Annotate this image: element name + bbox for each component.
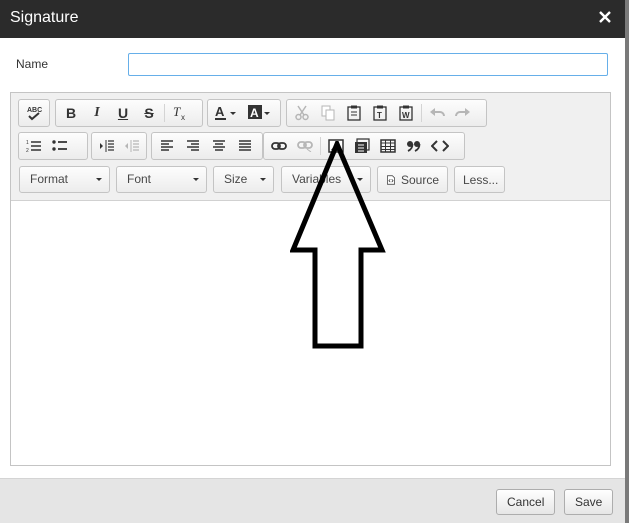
paste-icon[interactable] — [341, 101, 367, 125]
svg-text:1: 1 — [26, 140, 29, 146]
less-button[interactable]: Less... — [454, 166, 505, 193]
signature-dialog: Signature Name ABC B I U S Tx A A T W 1 … — [0, 0, 625, 523]
save-button[interactable]: Save — [564, 489, 614, 515]
close-icon[interactable] — [597, 7, 613, 27]
svg-text:T: T — [377, 111, 382, 120]
dialog-title: Signature — [10, 9, 79, 26]
dialog-titlebar: Signature — [0, 0, 625, 38]
justify-icon[interactable] — [232, 134, 258, 158]
bulleted-list-icon[interactable] — [47, 134, 73, 158]
chevron-down-icon — [260, 178, 266, 181]
chevron-down-icon — [96, 178, 102, 181]
name-label: Name — [16, 57, 49, 71]
svg-text:ABC: ABC — [27, 107, 42, 114]
increase-indent-icon[interactable] — [119, 134, 144, 158]
dialog-footer: Cancel Save — [0, 478, 625, 523]
svg-text:W: W — [402, 111, 410, 120]
name-input[interactable] — [128, 53, 608, 76]
copy-icon[interactable] — [315, 101, 341, 125]
decrease-indent-icon[interactable] — [94, 134, 119, 158]
source-button-label: Source — [400, 172, 439, 187]
font-dropdown-label: Font — [127, 172, 152, 186]
paste-from-word-icon[interactable]: W — [393, 101, 419, 125]
spellcheck-icon[interactable]: ABC — [21, 101, 47, 125]
size-dropdown[interactable]: Size — [213, 166, 274, 193]
svg-text:2: 2 — [26, 148, 29, 153]
align-center-icon[interactable] — [206, 134, 232, 158]
format-dropdown[interactable]: Format — [19, 166, 110, 193]
svg-text:T: T — [173, 105, 181, 119]
align-right-icon[interactable] — [180, 134, 206, 158]
redo-icon[interactable] — [450, 101, 476, 125]
separator — [421, 104, 422, 122]
undo-icon[interactable] — [424, 101, 450, 125]
align-group — [151, 132, 263, 160]
svg-text:x: x — [181, 113, 185, 121]
strikethrough-button[interactable]: S — [136, 101, 162, 125]
svg-text:A: A — [215, 104, 225, 119]
less-button-label: Less... — [463, 172, 499, 187]
cut-icon[interactable] — [289, 101, 315, 125]
clipboard-group: T W — [286, 99, 487, 127]
remove-format-icon[interactable]: Tx — [167, 101, 193, 125]
colors-group: A A — [207, 99, 281, 127]
underline-button[interactable]: U — [110, 101, 136, 125]
spellcheck-group: ABC — [18, 99, 50, 127]
source-icon — [387, 174, 395, 185]
italic-button[interactable]: I — [84, 101, 110, 125]
code-icon[interactable] — [427, 134, 453, 158]
paste-text-icon[interactable]: T — [367, 101, 393, 125]
lists-group: 12 — [18, 132, 88, 160]
source-button[interactable]: Source — [377, 166, 448, 193]
format-dropdown-label: Format — [30, 172, 69, 186]
numbered-list-icon[interactable]: 12 — [21, 134, 47, 158]
link-icon[interactable] — [266, 134, 292, 158]
blockquote-icon[interactable] — [401, 134, 427, 158]
bold-button[interactable]: B — [58, 101, 84, 125]
text-color-icon[interactable]: A — [210, 101, 244, 125]
cancel-button[interactable]: Cancel — [496, 489, 556, 515]
svg-text:A: A — [250, 106, 259, 120]
basic-styles-group: B I U S Tx — [55, 99, 203, 127]
font-dropdown[interactable]: Font — [116, 166, 207, 193]
chevron-down-icon — [193, 178, 199, 181]
indent-group — [91, 132, 147, 160]
size-dropdown-label: Size — [224, 172, 248, 186]
annotation-arrow — [290, 141, 386, 349]
align-left-icon[interactable] — [154, 134, 180, 158]
separator — [164, 104, 165, 122]
background-color-icon[interactable]: A — [244, 101, 278, 125]
